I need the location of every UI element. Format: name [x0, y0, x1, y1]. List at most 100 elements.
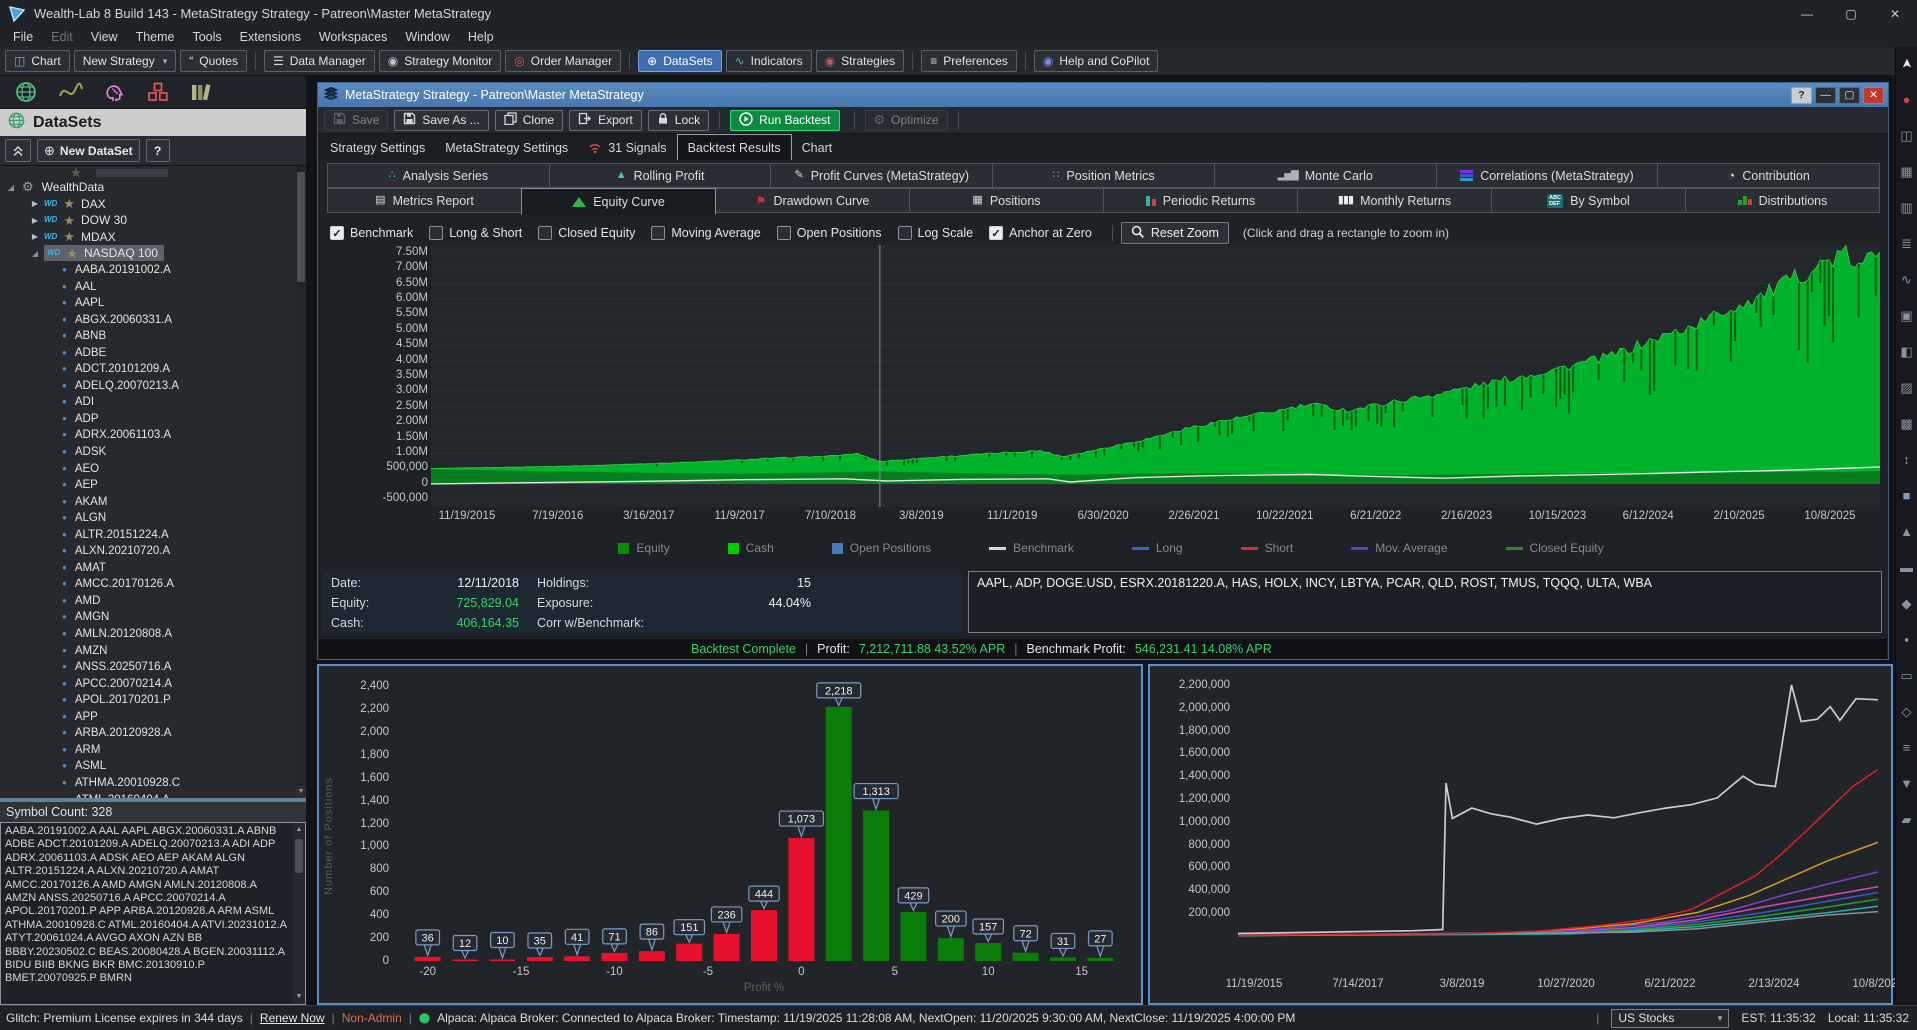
toolbar-preferences-button[interactable]: ≡Preferences [921, 50, 1017, 72]
dot-icon[interactable]: ▪ [1904, 633, 1909, 646]
symbol-item[interactable]: ●AEP [0, 477, 296, 494]
block-icon[interactable]: ■ [1903, 489, 1911, 502]
checkbox-box[interactable]: ✓ [989, 226, 1003, 240]
tree-group-dax[interactable]: ▶WD★DAX [0, 196, 296, 213]
symbol-item[interactable]: ●APCC.20070214.A [0, 675, 296, 692]
menu-view[interactable]: View [82, 27, 127, 47]
renew-now-link[interactable]: Renew Now [260, 1011, 325, 1025]
window-help-icon[interactable]: ? [1791, 87, 1812, 104]
diamond-icon[interactable]: ◆ [1902, 597, 1912, 610]
scroll-up-icon[interactable]: ▲ [293, 824, 305, 836]
dataset-tree[interactable]: ★◢⚙WealthData▶WD★DAX▶WD★DOW 30▶WD★MDAX◢W… [0, 166, 296, 798]
checkbox-box[interactable] [651, 226, 665, 240]
legend-closed-equity[interactable]: Closed Equity [1506, 541, 1604, 555]
neuro-lab-icon[interactable] [104, 82, 126, 102]
subtab-equity-curve[interactable]: Equity Curve [521, 188, 716, 215]
symbol-item[interactable]: ●ARM [0, 742, 296, 759]
menu-workspaces[interactable]: Workspaces [310, 27, 397, 47]
strategy-window-title-bar[interactable]: MetaStrategy Strategy - Patreon\Master M… [318, 83, 1888, 107]
tree-item-clipped[interactable]: ★ [0, 166, 296, 179]
toolbar-new-strategy-button[interactable]: New Strategy▾ [74, 50, 177, 72]
toolbar-strategy-monitor-button[interactable]: ◉Strategy Monitor [379, 50, 502, 72]
subtab-positions[interactable]: ▦Positions [909, 188, 1104, 213]
symbol-item[interactable]: ●AMGN [0, 609, 296, 626]
collapse-all-button[interactable] [5, 139, 31, 162]
symbol-item[interactable]: ●ABGX.20060331.A [0, 311, 296, 328]
globe-icon[interactable] [14, 81, 38, 103]
run-backtest-button[interactable]: Run Backtest [730, 110, 839, 131]
symbol-item[interactable]: ●ARBA.20120928.A [0, 725, 296, 742]
symbol-item[interactable]: ●AAL [0, 278, 296, 295]
reset-zoom-button[interactable]: Reset Zoom [1121, 222, 1229, 244]
symbol-item[interactable]: ●ADSK [0, 444, 296, 461]
open-positions-list[interactable]: AAPL, ADP, DOGE.USD, ESRX.20181220.A, HA… [968, 571, 1882, 633]
checkbox-box[interactable] [429, 226, 443, 240]
toolbar-strategies-button[interactable]: ◉Strategies [816, 50, 905, 72]
hatch-icon[interactable]: ▨ [1900, 381, 1912, 394]
subtab-contribution[interactable]: ◔Contribution [1657, 163, 1880, 188]
scroll-down-icon[interactable]: ▼ [296, 786, 306, 798]
symbol-item[interactable]: ●ADI [0, 394, 296, 411]
export-button[interactable]: Export [569, 110, 642, 131]
tree-group-nasdaq-100[interactable]: ◢WD★NASDAQ 100 [0, 245, 296, 262]
shade-icon[interactable]: ▩ [1900, 417, 1912, 430]
expand-icon[interactable]: ▶ [30, 199, 40, 208]
symbol-item[interactable]: ●AAPL [0, 295, 296, 312]
subtab-metrics-report[interactable]: ▤Metrics Report [327, 188, 522, 213]
checkbox-anchor-at-zero[interactable]: ✓Anchor at Zero [989, 226, 1092, 240]
checkbox-long-short[interactable]: Long & Short [429, 226, 522, 240]
scroll-down-icon[interactable]: ▼ [293, 991, 305, 1003]
pane-icon[interactable]: ◫ [1900, 129, 1912, 142]
symbol-item[interactable]: ●APP [0, 709, 296, 726]
symbol-item[interactable]: ●ALXN.20210720.A [0, 543, 296, 560]
split-icon[interactable]: ◧ [1900, 345, 1912, 358]
menu-window[interactable]: Window [396, 27, 458, 47]
symbol-item[interactable]: ●AEO [0, 460, 296, 477]
close-icon[interactable]: ✕ [1873, 0, 1917, 27]
bar-icon[interactable]: ▬ [1900, 561, 1913, 574]
tile-icon[interactable]: ▰ [1902, 813, 1912, 826]
subtab-periodic-returns[interactable]: Periodic Returns [1103, 188, 1298, 213]
toolbar-data-manager-button[interactable]: ☰Data Manager [264, 50, 375, 72]
subtab-profit-curves-metastrategy[interactable]: ✎Profit Curves (MetaStrategy) [770, 163, 993, 188]
symbol-item[interactable]: ●ATHMA.20010928.C [0, 775, 296, 792]
symbol-item[interactable]: ●ANSS.20250716.A [0, 659, 296, 676]
profit-curves-chart[interactable] [1238, 675, 1878, 975]
legend-short[interactable]: Short [1241, 541, 1294, 555]
checkbox-closed-equity[interactable]: Closed Equity [538, 226, 635, 240]
expand-open-icon[interactable]: ◢ [6, 183, 16, 192]
minimize-icon[interactable]: — [1785, 0, 1829, 27]
checkbox-log-scale[interactable]: Log Scale [898, 226, 974, 240]
checkbox-box[interactable] [898, 226, 912, 240]
symbol-item[interactable]: ●ADELQ.20070213.A [0, 378, 296, 395]
subtab-distributions[interactable]: Distributions [1685, 188, 1880, 213]
window-minimize-icon[interactable]: — [1815, 87, 1836, 104]
subtab-analysis-series[interactable]: ∴Analysis Series [327, 163, 550, 188]
menu-tools[interactable]: Tools [183, 27, 230, 47]
menu-icon[interactable]: ≡ [1903, 741, 1911, 754]
list-icon[interactable]: ≣ [1901, 237, 1912, 250]
symbols-scrollbar[interactable]: ▲ ▼ [293, 823, 305, 1004]
subtab-rolling-profit[interactable]: ▲Rolling Profit [549, 163, 772, 188]
tab-31-signals[interactable]: 31 Signals [578, 135, 676, 160]
pointer-icon[interactable]: ➤ [1900, 58, 1913, 69]
new-dataset-button[interactable]: ⊕ New DataSet [37, 139, 140, 162]
resize-icon[interactable]: ↕ [1903, 453, 1910, 466]
toolbar-datasets-button[interactable]: ⊕DataSets [638, 50, 721, 72]
market-select[interactable]: US Stocks ▾ [1611, 1009, 1729, 1028]
expand-open-icon[interactable]: ◢ [30, 249, 40, 258]
save-as-button[interactable]: Save As ... [394, 110, 488, 131]
tree-group-dow-30[interactable]: ▶WD★DOW 30 [0, 212, 296, 229]
subtab-drawdown-curve[interactable]: ⚑Drawdown Curve [715, 188, 910, 213]
checkbox-open-positions[interactable]: Open Positions [777, 226, 882, 240]
symbol-item[interactable]: ●ADCT.20101209.A [0, 361, 296, 378]
symbol-item[interactable]: ●ABNB [0, 328, 296, 345]
toolbar-chart-button[interactable]: ◫Chart [5, 50, 70, 72]
menu-theme[interactable]: Theme [127, 27, 184, 47]
checkbox-box[interactable] [777, 226, 791, 240]
panel-icon[interactable]: ▣ [1900, 309, 1912, 322]
lock-button[interactable]: Lock [648, 110, 709, 131]
symbol-item[interactable]: ●ALGN [0, 510, 296, 527]
symbol-item[interactable]: ●ATML.20160404.A [0, 791, 296, 798]
checkbox-box[interactable] [538, 226, 552, 240]
